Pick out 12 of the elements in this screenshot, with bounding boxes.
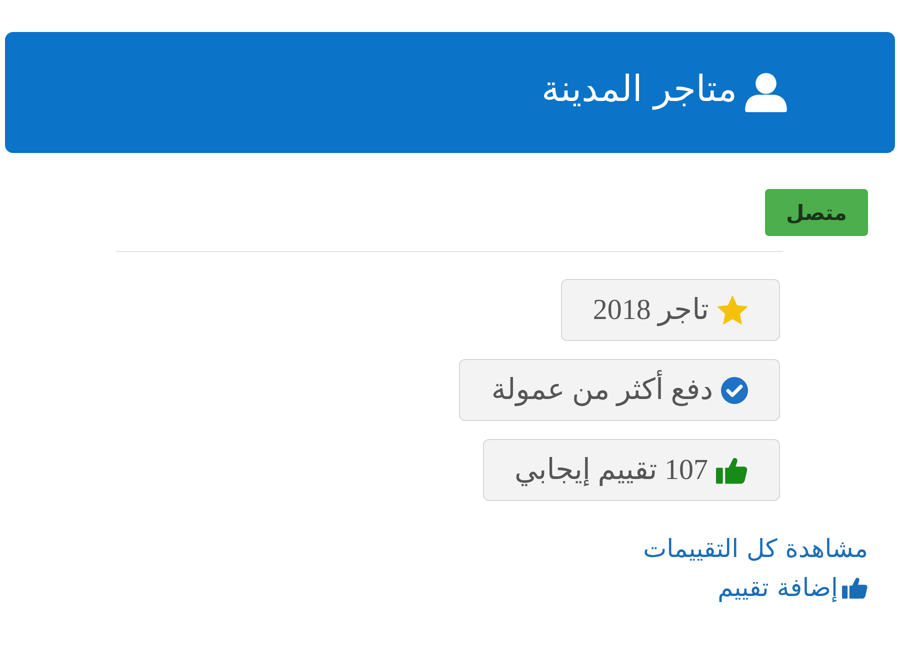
user-icon [745, 72, 787, 112]
check-circle-icon [721, 376, 748, 404]
add-review-link[interactable]: إضافة تقييم [718, 572, 868, 604]
reviews-link[interactable]: مشاهدة كل التقييمات [643, 533, 868, 566]
thumbs-up-icon [716, 456, 748, 484]
thumbs-up-icon [842, 576, 868, 600]
header-title: متاجر المدينة [541, 68, 737, 112]
status-badge: متصل [765, 189, 868, 236]
pill-label: تاجر 2018 [592, 292, 709, 328]
pill-label: 107 تقييم إيجابي [514, 452, 708, 488]
star-icon [717, 295, 748, 325]
pill-label: دفع أكثر من عمولة [491, 372, 713, 408]
